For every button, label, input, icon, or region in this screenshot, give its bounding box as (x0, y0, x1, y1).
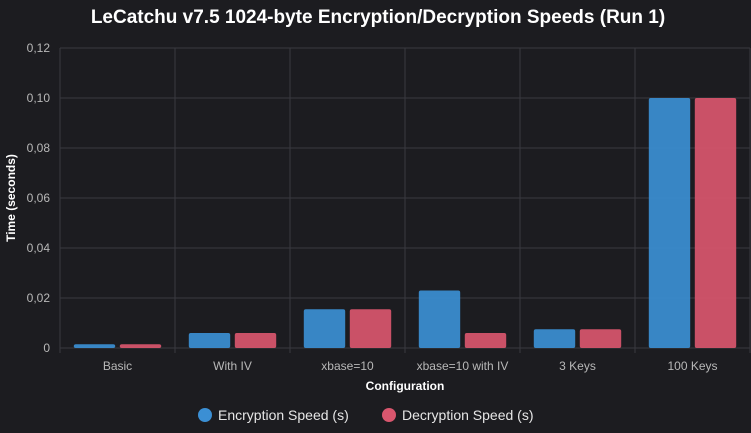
y-tick-label: 0,06 (27, 191, 51, 205)
y-tick-label: 0,12 (27, 41, 51, 55)
bar-encryption[interactable] (418, 290, 461, 349)
y-tick-label: 0,08 (27, 141, 51, 155)
legend-item[interactable]: Decryption Speed (s) (382, 407, 534, 423)
legend-swatch (382, 408, 396, 422)
y-tick-label: 0,04 (27, 241, 51, 255)
y-tick-label: 0,10 (27, 91, 51, 105)
legend-label: Encryption Speed (s) (218, 407, 349, 423)
grid-lines (59, 47, 751, 353)
legend[interactable]: Encryption Speed (s) Decryption Speed (s) (198, 407, 534, 423)
y-axis-title: Time (seconds) (4, 154, 18, 242)
y-axis-ticks: 0 0,02 0,04 0,06 0,08 0,10 0,12 (27, 41, 51, 355)
x-tick-label: With IV (213, 359, 252, 373)
x-tick-label: 3 Keys (559, 359, 596, 373)
x-tick-label: Basic (103, 359, 132, 373)
bar-decryption[interactable] (349, 309, 392, 348)
x-tick-label: xbase=10 with IV (417, 359, 509, 373)
bar-decryption[interactable] (694, 98, 737, 348)
bar-encryption[interactable] (533, 329, 576, 348)
bar-decryption[interactable] (119, 344, 162, 348)
legend-swatch (198, 408, 212, 422)
chart-title: LeCatchu v7.5 1024-byte Encryption/Decry… (91, 7, 665, 28)
legend-label: Decryption Speed (s) (402, 407, 534, 423)
bar-encryption[interactable] (648, 98, 691, 348)
y-tick-label: 0 (43, 341, 50, 355)
bar-chart: LeCatchu v7.5 1024-byte Encryption/Decry… (4, 7, 751, 423)
x-axis-ticks: Basic With IV xbase=10 xbase=10 with IV 3 Ke… (103, 359, 718, 373)
bar-encryption[interactable] (188, 333, 231, 348)
x-tick-label: xbase=10 (321, 359, 374, 373)
x-axis-title: Configuration (366, 379, 445, 393)
bar-decryption[interactable] (464, 333, 507, 348)
bar-decryption[interactable] (579, 329, 622, 348)
bar-decryption[interactable] (234, 333, 277, 348)
bar-encryption[interactable] (73, 344, 116, 348)
x-tick-label: 100 Keys (667, 359, 717, 373)
legend-item[interactable]: Encryption Speed (s) (198, 407, 349, 423)
y-tick-label: 0,02 (27, 291, 51, 305)
bar-encryption[interactable] (303, 309, 346, 348)
